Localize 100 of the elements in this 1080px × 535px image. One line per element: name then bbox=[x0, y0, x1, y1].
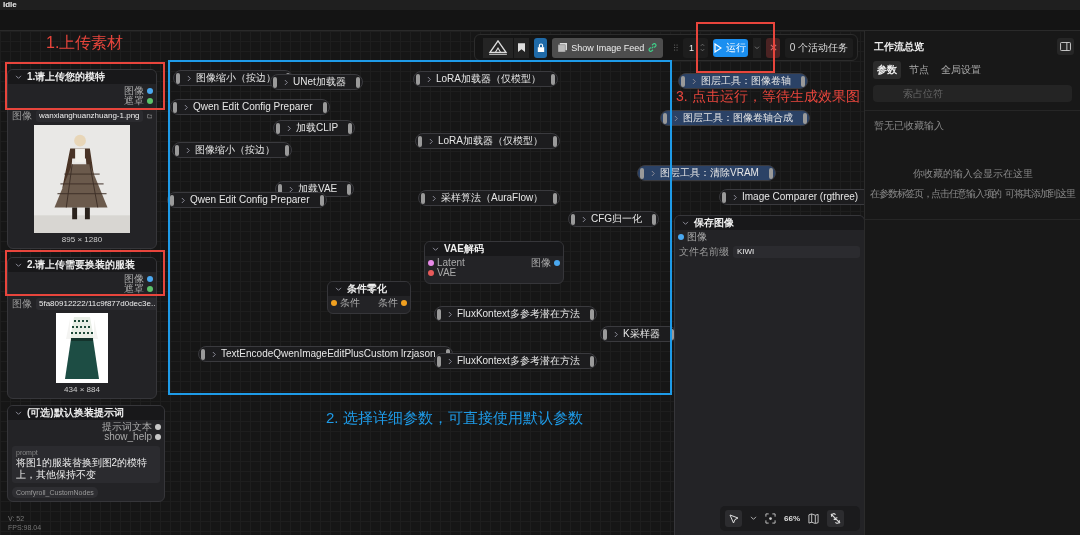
slot-label: 遮罩 bbox=[124, 284, 144, 294]
node-title: 加载CLIP bbox=[296, 122, 339, 134]
batch-count-field[interactable]: 1 bbox=[682, 37, 708, 58]
chevron-right-icon bbox=[287, 124, 292, 132]
node-title: 1.请上传您的模特 bbox=[27, 71, 106, 83]
chevron-right-icon bbox=[187, 74, 192, 82]
node-title: FluxKontext多参考潜在方法 bbox=[457, 308, 580, 320]
lock-icon bbox=[536, 42, 545, 53]
collapsed-node[interactable]: Image Comparer (rgthree) bbox=[719, 189, 864, 205]
hint-text: 可将其添加到这里 bbox=[1004, 187, 1075, 201]
output-dot[interactable] bbox=[147, 276, 153, 282]
panel-tab[interactable]: 节点 bbox=[905, 61, 933, 79]
window-title: Idle bbox=[3, 0, 17, 10]
input-dot[interactable] bbox=[428, 260, 434, 266]
text-field[interactable]: KIWI bbox=[733, 245, 860, 258]
select-tool-button[interactable] bbox=[725, 510, 742, 527]
output-dot[interactable] bbox=[155, 424, 161, 430]
node-title: (可选)默认换装提示词 bbox=[27, 407, 124, 419]
collapsed-node[interactable]: K采样器 bbox=[600, 326, 677, 342]
zoom-dropdown[interactable]: 66% bbox=[784, 514, 800, 523]
node-header[interactable]: 1.请上传您的模特 bbox=[8, 70, 156, 84]
stepper-icon[interactable] bbox=[700, 42, 705, 53]
section-heading: 暂无已收藏输入 bbox=[874, 119, 945, 133]
output-dot[interactable] bbox=[147, 98, 153, 104]
chevron-right-icon bbox=[448, 310, 453, 318]
output-dot[interactable] bbox=[147, 88, 153, 94]
collapsed-node[interactable]: 图层工具：图像卷轴 bbox=[678, 73, 808, 89]
slot-label: 提示词文本 bbox=[102, 422, 152, 432]
folder-icon[interactable] bbox=[146, 111, 152, 120]
sidebar-icon bbox=[1060, 42, 1071, 51]
collapsed-node[interactable]: 采样算法（AuraFlow） bbox=[418, 190, 561, 206]
input-dot[interactable] bbox=[678, 234, 684, 240]
chevron-down-icon bbox=[15, 410, 22, 416]
node-header[interactable]: 条件零化 bbox=[328, 282, 410, 296]
pointer-icon bbox=[728, 513, 739, 524]
chevron-right-icon bbox=[284, 78, 289, 86]
file-dropdown[interactable]: 5fa80912222/11c9f877d0dec3e... bbox=[36, 297, 156, 310]
output-dot[interactable] bbox=[155, 434, 161, 440]
node-card[interactable]: 2.请上传需要换装的服装 图像 遮罩 图像 5fa80912222/11c9f877d0dec3e... 434 × 884 bbox=[7, 257, 157, 399]
node-header[interactable]: VAE解码 bbox=[425, 242, 563, 256]
image-dimensions: 895 × 1280 bbox=[60, 235, 104, 245]
panel-tab[interactable]: 参数 bbox=[873, 61, 901, 79]
output-dot[interactable] bbox=[147, 286, 153, 292]
output-dot[interactable] bbox=[401, 300, 407, 306]
collapsed-node[interactable]: Qwen Edit Config Preparer bbox=[170, 99, 330, 115]
node-card[interactable]: 1.请上传您的模特 图像 遮罩 图像 wanxianghuanzhuang-1.png 895 × 1280 bbox=[7, 69, 157, 249]
logo-button[interactable] bbox=[483, 37, 513, 58]
image-dimensions: 434 × 884 bbox=[63, 385, 101, 395]
node-title: 图层工具：图像卷轴 bbox=[701, 75, 791, 87]
annotation-text: 3. 点击运行，等待生成效果图 bbox=[676, 89, 860, 105]
chevron-down-icon bbox=[432, 246, 439, 252]
map-icon[interactable] bbox=[808, 513, 819, 524]
node-title: LoRA加载器（仅模型） bbox=[438, 135, 543, 147]
widget-label: 图像 bbox=[12, 109, 32, 122]
slot-label: show_help bbox=[104, 432, 152, 442]
slot-label: 图像 bbox=[531, 258, 551, 268]
node-card[interactable]: VAE解码 Latent VAE 图像 bbox=[424, 241, 564, 284]
input-dot[interactable] bbox=[331, 300, 337, 306]
node-header[interactable]: (可选)默认换装提示词 bbox=[8, 406, 164, 420]
image-feed-button[interactable]: Show Image Feed bbox=[552, 37, 664, 58]
collapsed-node[interactable]: Qwen Edit Config Preparer bbox=[167, 192, 327, 208]
chevron-right-icon bbox=[733, 193, 738, 201]
collapsed-node[interactable]: 加载CLIP bbox=[273, 120, 356, 136]
chevron-right-icon bbox=[448, 357, 453, 365]
output-dot[interactable] bbox=[554, 260, 560, 266]
node-card[interactable]: 条件零化 条件 条件 bbox=[327, 281, 411, 314]
collapsed-node[interactable]: UNet加载器 bbox=[270, 74, 363, 90]
node-title: UNet加载器 bbox=[293, 76, 346, 88]
collapsed-node[interactable]: LoRA加载器（仅模型） bbox=[415, 133, 560, 149]
collapsed-node[interactable]: 图像缩小（按边） bbox=[172, 142, 292, 158]
collapsed-node[interactable]: FluxKontext多参考潜在方法 bbox=[434, 353, 597, 369]
node-canvas[interactable] bbox=[0, 31, 864, 535]
empty-state-title: 你收藏的输入会显示在这里 bbox=[911, 167, 1034, 181]
lock-button[interactable] bbox=[534, 37, 548, 58]
panel-tab[interactable]: 全局设置 bbox=[937, 61, 985, 79]
collapsed-node[interactable]: LoRA加载器（仅模型） bbox=[413, 71, 558, 87]
node-header[interactable]: 2.请上传需要换装的服装 bbox=[8, 258, 156, 272]
tent-logo-icon bbox=[487, 39, 509, 56]
bookmark-button[interactable] bbox=[514, 37, 529, 58]
collapsed-node[interactable]: TextEncodeQwenImageEditPlusCustom lrzjason bbox=[198, 346, 453, 362]
link-toggle-button[interactable] bbox=[827, 510, 844, 527]
chevron-right-icon bbox=[692, 77, 697, 85]
panel-toggle-button[interactable] bbox=[1057, 38, 1074, 55]
collapsed-node[interactable]: FluxKontext多参考潜在方法 bbox=[434, 306, 597, 322]
node-title: K采样器 bbox=[623, 328, 660, 340]
slot-label: Latent bbox=[437, 258, 465, 268]
node-title: FluxKontext多参考潜在方法 bbox=[457, 355, 580, 367]
chevron-down-icon bbox=[15, 262, 22, 268]
fit-view-icon[interactable] bbox=[765, 513, 776, 524]
slot-label: 图像 bbox=[124, 274, 144, 284]
caret-icon[interactable] bbox=[750, 516, 757, 521]
annotation-text: 2. 选择详细参数，可直接使用默认参数 bbox=[326, 410, 583, 427]
input-dot[interactable] bbox=[428, 270, 434, 276]
chevron-right-icon bbox=[186, 146, 191, 154]
collapsed-node[interactable]: 图层工具：图像卷轴合成 bbox=[660, 110, 810, 126]
node-header[interactable]: 保存图像 bbox=[675, 216, 864, 230]
prompt-text: 将图1的服装替换到图2的模特上，其他保持不变 bbox=[16, 457, 149, 481]
collapsed-node[interactable]: CFG归一化 bbox=[568, 211, 660, 227]
active-tasks-button[interactable]: 0 个活动任务 bbox=[784, 37, 853, 58]
panel-title: 工作流总览 bbox=[874, 39, 924, 54]
